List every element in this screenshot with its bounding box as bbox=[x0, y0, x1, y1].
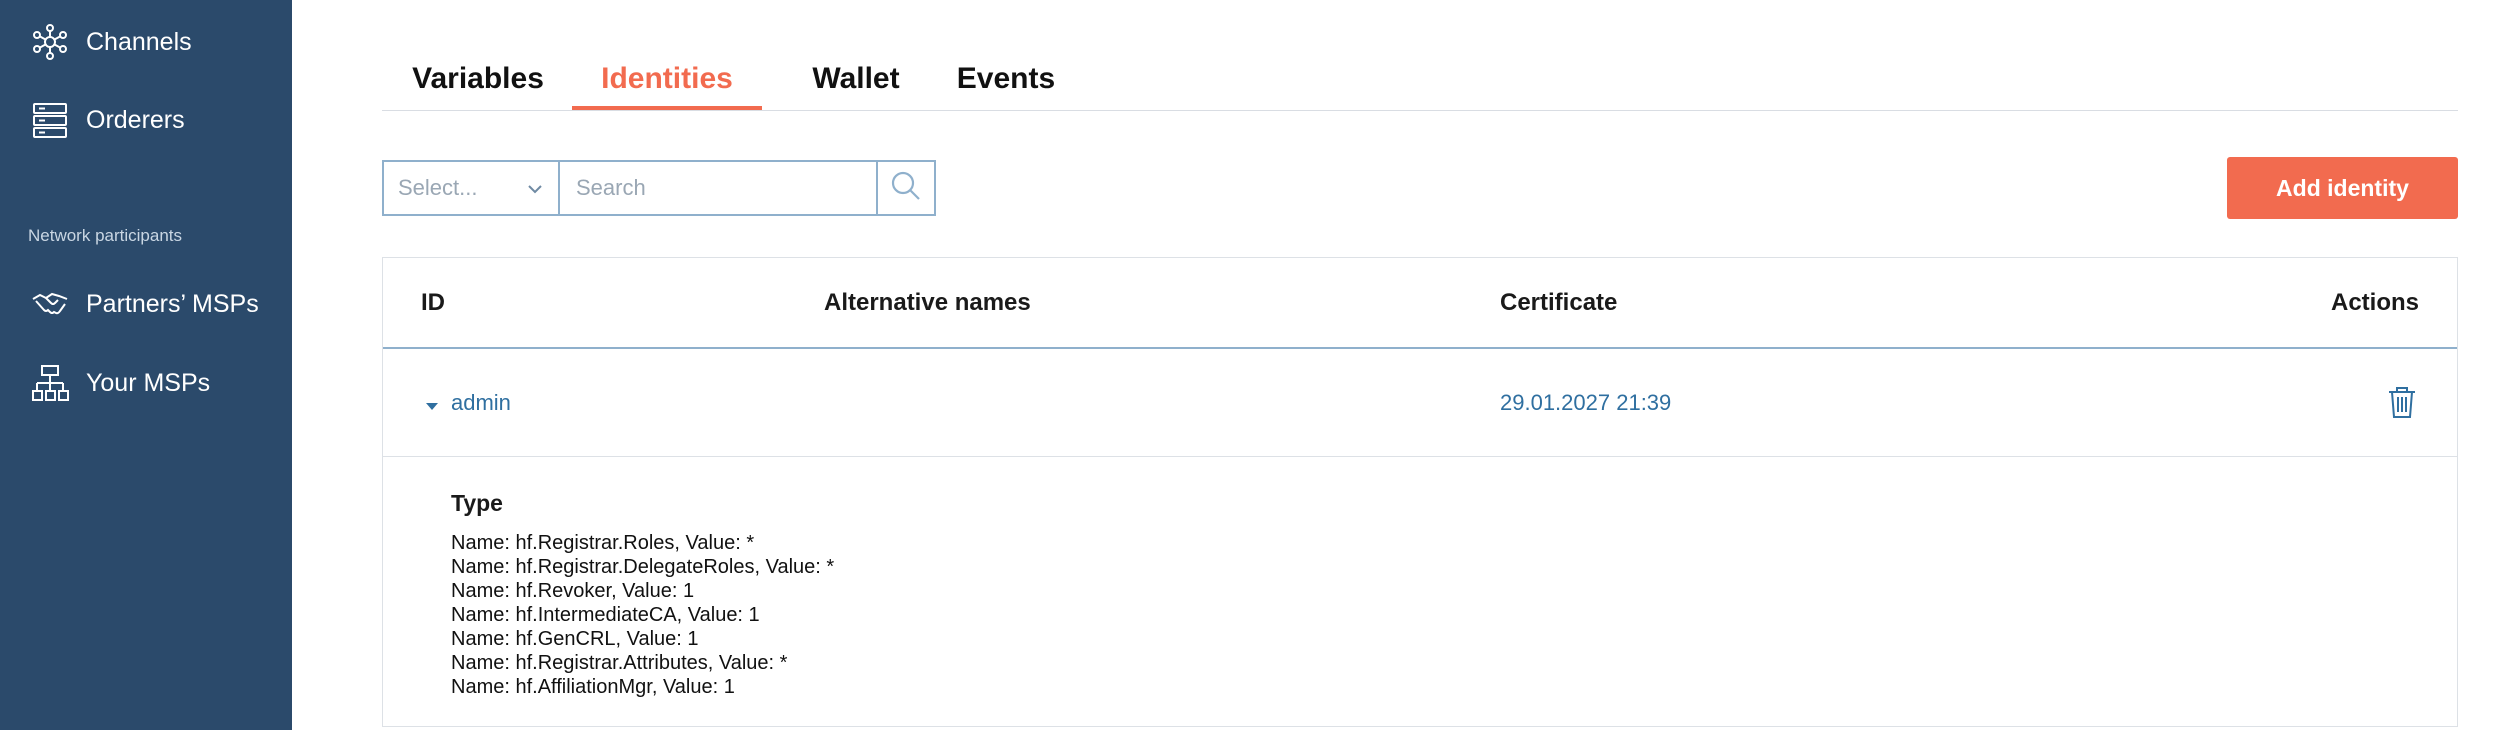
certificate-date[interactable]: 29.01.2027 21:39 bbox=[1500, 349, 1671, 456]
search-icon bbox=[890, 170, 922, 207]
tab-events[interactable]: Events bbox=[936, 52, 1076, 108]
add-identity-button[interactable]: Add identity bbox=[2227, 157, 2458, 219]
org-chart-icon bbox=[30, 363, 70, 403]
channels-icon bbox=[30, 22, 70, 62]
column-header-certificate: Certificate bbox=[1500, 289, 1618, 316]
sidebar: Channels Orderers Network participants P… bbox=[0, 0, 292, 730]
sidebar-item-your-msps[interactable]: Your MSPs bbox=[30, 358, 210, 408]
sidebar-item-orderers[interactable]: Orderers bbox=[30, 95, 185, 145]
select-placeholder: Select... bbox=[398, 175, 478, 200]
attribute-line: Name: hf.AffiliationMgr, Value: 1 bbox=[451, 676, 735, 698]
sidebar-item-label: Channels bbox=[86, 27, 192, 56]
expand-caret-icon[interactable] bbox=[425, 398, 439, 416]
identity-details: Type Name: hf.Registrar.Roles, Value: * … bbox=[451, 490, 834, 699]
column-header-actions: Actions bbox=[2330, 289, 2419, 316]
identity-id[interactable]: admin bbox=[451, 349, 511, 456]
search-button[interactable] bbox=[878, 160, 936, 216]
type-select[interactable]: Select... bbox=[382, 160, 558, 216]
server-icon bbox=[30, 100, 70, 140]
tab-bar: Variables Identities Wallet Events bbox=[382, 52, 2458, 111]
sidebar-item-channels[interactable]: Channels bbox=[30, 17, 192, 67]
details-title: Type bbox=[451, 490, 503, 516]
table-row[interactable]: admin 29.01.2027 21:39 bbox=[383, 349, 2457, 457]
section-title: Network participants bbox=[28, 226, 183, 245]
attribute-line: Name: hf.Revoker, Value: 1 bbox=[451, 580, 695, 602]
search-input[interactable] bbox=[558, 160, 878, 216]
sidebar-item-label: Orderers bbox=[86, 105, 185, 134]
sidebar-item-label: Partners’ MSPs bbox=[86, 289, 259, 318]
sidebar-item-label: Your MSPs bbox=[86, 368, 211, 397]
handshake-icon bbox=[30, 284, 70, 324]
filter-bar: Select... bbox=[382, 160, 936, 216]
attribute-line: Name: hf.GenCRL, Value: 1 bbox=[451, 628, 699, 650]
attribute-line: Name: hf.Registrar.Attributes, Value: * bbox=[451, 652, 788, 674]
column-header-id: ID bbox=[421, 289, 445, 316]
tab-identities[interactable]: Identities bbox=[572, 52, 762, 110]
identities-table: ID Alternative names Certificate Actions… bbox=[382, 257, 2458, 727]
column-header-alternative-names: Alternative names bbox=[824, 289, 1031, 316]
attribute-line: Name: hf.IntermediateCA, Value: 1 bbox=[451, 604, 760, 626]
tab-variables[interactable]: Variables bbox=[412, 52, 544, 108]
attribute-line: Name: hf.Registrar.Roles, Value: * bbox=[451, 532, 755, 554]
table-header: ID Alternative names Certificate Actions bbox=[383, 258, 2457, 349]
attribute-line: Name: hf.Registrar.DelegateRoles, Value:… bbox=[451, 556, 835, 578]
chevron-down-icon bbox=[526, 178, 544, 204]
trash-icon[interactable] bbox=[2387, 385, 2417, 424]
sidebar-item-partners-msps[interactable]: Partners’ MSPs bbox=[30, 279, 259, 329]
tab-wallet[interactable]: Wallet bbox=[782, 52, 930, 108]
